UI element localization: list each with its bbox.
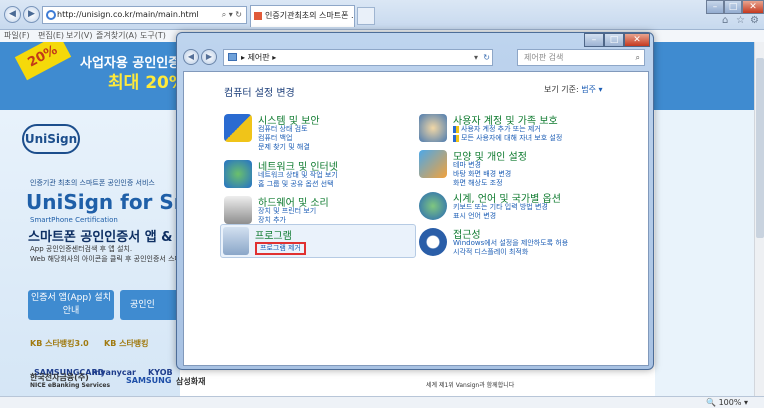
menu-edit[interactable]: 편집(E) — [38, 30, 64, 41]
cp-navigation-bar: ◀ ▶ ▸ 제어판 ▸ ▾ ↻ 제어판 검색 ⌕ — [183, 47, 647, 69]
banner-discount: 최대 20% — [108, 73, 186, 93]
view-by-dropdown[interactable]: 범주 ▾ — [581, 85, 602, 94]
search-icon[interactable]: ⌕ — [636, 50, 640, 65]
uninstall-program-link[interactable]: 프로그램 제거 — [255, 242, 306, 255]
zoom-value: 100% — [718, 398, 742, 407]
browser-titlebar: ◀ ▶ http://unisign.co.kr/main/main.html … — [0, 0, 764, 30]
programs-icon[interactable] — [223, 227, 249, 255]
category-link[interactable]: 홈 그룹 및 공유 옵션 선택 — [258, 179, 334, 189]
category-link-text[interactable]: 사용자 계정 추가 또는 제거 — [461, 125, 541, 133]
forward-arrow-icon[interactable]: ▶ — [201, 49, 217, 65]
view-by-value[interactable]: 범주 — [581, 85, 596, 94]
cp-heading: 컴퓨터 설정 변경 — [224, 88, 295, 99]
ie-logo-icon — [46, 10, 56, 20]
clock-globe-icon[interactable] — [419, 192, 447, 220]
cp-maximize-button[interactable]: □ — [604, 33, 624, 47]
cp-address-bar[interactable]: ▸ 제어판 ▸ ▾ ↻ — [223, 49, 493, 66]
category-link[interactable]: 화면 해상도 조정 — [453, 178, 503, 188]
cp-minimize-button[interactable]: – — [584, 33, 604, 47]
accessibility-icon[interactable] — [419, 228, 447, 256]
chevron-down-icon[interactable]: ▾ — [474, 50, 478, 65]
bank-logo[interactable]: NICE eBanking Services — [30, 382, 110, 389]
menu-file[interactable]: 파일(F) — [4, 30, 30, 41]
address-bar[interactable]: http://unisign.co.kr/main/main.html ⌕ ▾ … — [42, 6, 247, 24]
star-icon[interactable]: ☆ — [736, 15, 745, 26]
tab-favicon-icon — [254, 12, 262, 20]
promo-app-line: App 공인인증센터검색 후 앱 설치. — [30, 245, 133, 253]
shield-icon[interactable] — [224, 114, 252, 142]
cert-app-install-button[interactable]: 인증서 앱(App) 설치안내 — [28, 290, 114, 320]
statusbar: 🔍 100% ▾ — [0, 396, 764, 408]
browser-close-button[interactable]: ✕ — [742, 0, 764, 14]
users-icon[interactable] — [419, 114, 447, 142]
browser-maximize-button[interactable]: □ — [724, 0, 742, 14]
view-by-label: 보기 기준: — [544, 85, 579, 94]
category-programs[interactable]: 프로그램 프로그램 제거 — [220, 224, 416, 258]
category-link[interactable]: 시각적 디스플레이 최적화 — [453, 247, 528, 257]
scroll-thumb[interactable] — [756, 58, 764, 238]
appearance-icon[interactable] — [419, 150, 447, 178]
printer-icon[interactable] — [224, 196, 252, 224]
banner-badge: 20% — [14, 42, 72, 81]
uac-shield-icon — [453, 134, 459, 142]
promo-subtitle: SmartPhone Certification — [30, 216, 118, 224]
category-ease-of-access: 접근성 Windows에서 설정을 제안하도록 허용 시각적 디스플레이 최적화 — [419, 226, 639, 276]
forward-arrow-icon[interactable]: ▶ — [23, 6, 40, 23]
cp-search-input[interactable]: 제어판 검색 ⌕ — [517, 49, 645, 66]
uac-shield-icon — [453, 125, 459, 133]
category-title[interactable]: 프로그램 — [255, 227, 292, 242]
browser-minimize-button[interactable]: – — [706, 0, 724, 14]
cp-content-area: 컴퓨터 설정 변경 보기 기준: 범주 ▾ 시스템 및 보안 컴퓨터 상태 검토… — [183, 71, 649, 366]
cp-view-by: 보기 기준: 범주 ▾ — [544, 84, 603, 95]
unisign-logo[interactable]: UniSign — [22, 124, 80, 154]
control-panel-folder-icon — [228, 53, 237, 61]
category-link[interactable]: 표시 언어 변경 — [453, 211, 496, 221]
category-link[interactable]: 모든 사용자에 대해 자녀 보호 설정 — [453, 133, 562, 143]
cp-close-button[interactable]: ✕ — [624, 33, 650, 47]
promo-web-line: Web 해당회사의 아이콘을 클릭 후 공인인증서 스마 — [30, 255, 181, 263]
new-tab-button[interactable] — [357, 7, 375, 25]
menu-tools[interactable]: 도구(T) — [140, 30, 166, 41]
category-system-security: 시스템 및 보안 컴퓨터 상태 검토 컴퓨터 백업 문제 찾기 및 해결 — [224, 112, 419, 162]
bank-logo[interactable]: 삼성화재 — [176, 376, 205, 387]
back-arrow-icon[interactable]: ◀ — [4, 6, 21, 23]
menu-view[interactable]: 보기(V) — [66, 30, 92, 41]
left-column: UniSign 인증기관 최초의 스마트폰 공인인증 서비스 UniSign f… — [0, 110, 195, 396]
bank-logo[interactable]: KB 스타뱅킹3.0 — [30, 338, 89, 349]
page-scrollbar[interactable] — [754, 42, 764, 396]
right-column — [655, 110, 764, 396]
back-arrow-icon[interactable]: ◀ — [183, 49, 199, 65]
promo-caption: 인증기관 최초의 스마트폰 공인인증 서비스 — [30, 179, 155, 187]
breadcrumb-control-panel[interactable]: 제어판 — [248, 53, 270, 62]
home-icon[interactable]: ⌂ — [722, 15, 728, 26]
refresh-icon[interactable]: ↻ — [483, 50, 490, 65]
cert-web-button[interactable]: 공인인 — [120, 290, 180, 320]
menu-favorites[interactable]: 즐겨찾기(A) — [96, 30, 137, 41]
promo-app-title: 스마트폰 공인인증서 앱 & 웹 — [28, 230, 190, 245]
page-footer-text: 세계 제1위 Vansign과 함께합니다 — [426, 382, 515, 389]
tab-title: 인증기관최초의 스마트폰 ... — [265, 11, 355, 20]
control-panel-window: – □ ✕ ◀ ▶ ▸ 제어판 ▸ ▾ ↻ 제어판 검색 ⌕ 컴퓨터 설정 변경… — [176, 32, 654, 370]
bank-logo[interactable]: SAMSUNG — [126, 376, 171, 385]
network-globe-icon[interactable] — [224, 160, 252, 188]
address-tools-icon[interactable]: ⌕ ▾ ↻ — [222, 7, 242, 23]
category-link[interactable]: 문제 찾기 및 해결 — [258, 142, 310, 152]
url-text: http://unisign.co.kr/main/main.html — [57, 10, 199, 19]
category-link-text[interactable]: 모든 사용자에 대해 자녀 보호 설정 — [461, 134, 562, 142]
cp-search-placeholder: 제어판 검색 — [524, 53, 564, 62]
tab-active[interactable]: 인증기관최초의 스마트폰 ... — [250, 5, 355, 27]
bank-logo[interactable]: KB 스타뱅킹 — [104, 338, 149, 349]
gear-icon[interactable]: ⚙ — [750, 15, 759, 26]
breadcrumb[interactable]: ▸ 제어판 ▸ — [241, 50, 276, 65]
promo-title: UniSign for Sm — [26, 190, 195, 214]
zoom-level[interactable]: 🔍 100% ▾ — [706, 397, 748, 408]
